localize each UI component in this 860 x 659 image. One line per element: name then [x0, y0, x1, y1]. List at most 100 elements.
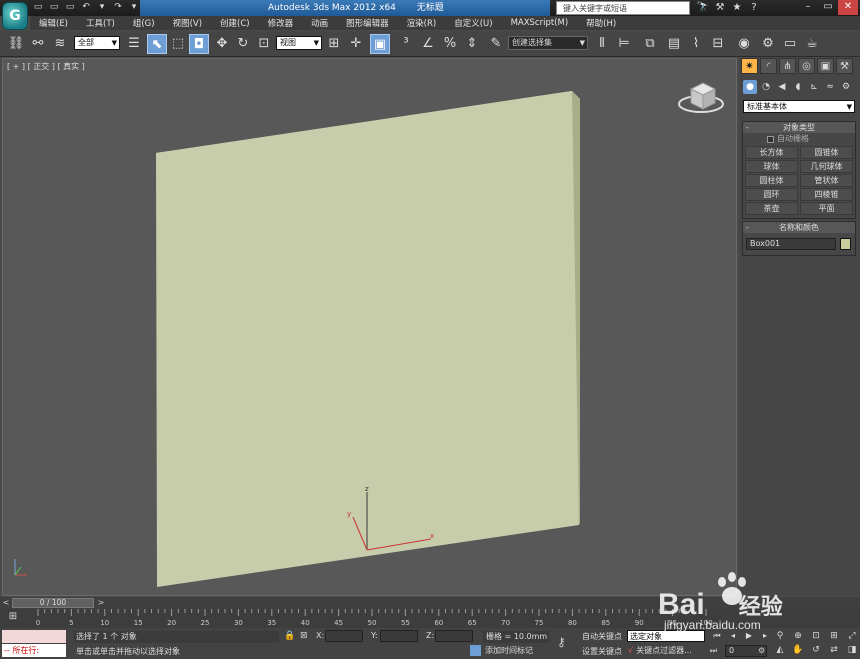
zoom-all-icon[interactable]: ⊕	[790, 630, 806, 642]
redo-dropdown-icon[interactable]: ▾	[127, 1, 141, 14]
spinner-snap-icon[interactable]: ⇕	[462, 34, 482, 54]
cone-button[interactable]: 圆锥体	[800, 146, 853, 159]
reference-coordinate-dropdown[interactable]: 视图 ▼	[276, 36, 322, 50]
named-selection-dropdown[interactable]: 创建选择集 ▼	[508, 36, 588, 50]
add-time-tag-button[interactable]: 添加时间标记	[470, 645, 533, 657]
link-icon[interactable]: ⛓	[6, 34, 26, 54]
field-of-view-icon[interactable]: ◭	[772, 644, 788, 656]
select-by-name-icon[interactable]: ☰	[124, 34, 144, 54]
graphite-ribbon-icon[interactable]: ▤	[664, 34, 684, 54]
search-input[interactable]: 键入关键字或短语	[556, 1, 690, 15]
menu-rendering[interactable]: 渲染(R)	[398, 17, 446, 29]
move-icon[interactable]: ✥	[212, 34, 232, 54]
mirror-icon[interactable]: ⫴	[592, 34, 612, 54]
open-file-icon[interactable]: ▭	[47, 1, 61, 14]
selection-filter-dropdown[interactable]: 全部 ▼	[74, 36, 120, 50]
key-icon[interactable]: ⚷	[557, 635, 566, 649]
mini-curve-editor-icon[interactable]: ⊞	[3, 611, 23, 626]
go-to-start-icon[interactable]: ⏮	[710, 630, 724, 642]
cameras-icon[interactable]: ◖	[791, 80, 805, 94]
zoom-icon[interactable]: ⚲	[772, 630, 788, 642]
teapot-button[interactable]: 茶壶	[745, 202, 798, 215]
percent-snap-icon[interactable]: %	[440, 34, 460, 54]
play-icon[interactable]: ▶	[742, 630, 756, 642]
auto-key-button[interactable]: 自动关键点	[582, 631, 622, 642]
material-editor-icon[interactable]: ◉	[734, 34, 754, 54]
render-teapot-icon[interactable]: ☕	[802, 34, 822, 54]
angle-snap-icon[interactable]: ∠	[418, 34, 438, 54]
rectangular-selection-icon[interactable]: ⬚	[168, 34, 188, 54]
scale-icon[interactable]: ⊡	[254, 34, 274, 54]
name-color-rollout-header[interactable]: - 名称和颜色	[743, 222, 855, 233]
layer-manager-icon[interactable]: ⧉	[640, 34, 660, 54]
menu-customize[interactable]: 自定义(U)	[445, 17, 501, 29]
snaps-toggle-icon[interactable]: ³	[396, 34, 416, 54]
select-object-icon[interactable]: ⬉	[147, 34, 167, 54]
display-tab-icon[interactable]: ▣	[817, 58, 834, 74]
maximize-viewport-icon[interactable]: ⤢	[844, 630, 860, 642]
undo-icon[interactable]: ↶	[79, 1, 93, 14]
chevron-right-icon[interactable]: >	[96, 598, 106, 608]
key-mode-icon[interactable]: ⏭	[710, 646, 717, 656]
redo-icon[interactable]: ↷	[111, 1, 125, 14]
shapes-icon[interactable]: ◔	[759, 80, 773, 94]
object-name-field[interactable]: Box001	[746, 238, 836, 250]
render-setup-icon[interactable]: ⚙	[758, 34, 778, 54]
systems-icon[interactable]: ⚙	[839, 80, 853, 94]
menu-maxscript[interactable]: MAXScript(M)	[502, 18, 578, 28]
pan-icon[interactable]: ✋	[790, 644, 806, 656]
walk-through-icon[interactable]: ⇄	[826, 644, 842, 656]
set-key-button[interactable]: 设置关键点	[582, 646, 622, 657]
menu-group[interactable]: 组(G)	[124, 17, 164, 29]
primitive-type-dropdown[interactable]: 标准基本体 ▼	[743, 100, 855, 113]
menu-modifiers[interactable]: 修改器	[259, 17, 303, 29]
schematic-view-icon[interactable]: ⊟	[708, 34, 728, 54]
orbit-icon[interactable]: ↺	[808, 644, 824, 656]
viewport-label[interactable]: [ + ] [ 正交 ] [ 真实 ]	[7, 61, 85, 72]
app-logo-icon[interactable]: G	[2, 2, 28, 30]
window-crossing-icon[interactable]: ◘	[189, 34, 209, 54]
select-manipulate-icon[interactable]: ✛	[346, 34, 366, 54]
close-button[interactable]: ✕	[838, 0, 858, 15]
menu-tools[interactable]: 工具(T)	[77, 17, 124, 29]
menu-create[interactable]: 创建(C)	[211, 17, 259, 29]
box-button[interactable]: 长方体	[745, 146, 798, 159]
modify-tab-icon[interactable]: ◜	[760, 58, 777, 74]
maximize-button[interactable]: ▭	[818, 0, 838, 15]
key-filters-button[interactable]: √ 关键点过滤器...	[628, 645, 692, 657]
absolute-mode-icon[interactable]: ⊠	[300, 631, 308, 641]
time-config-icon[interactable]: ⚙	[758, 646, 765, 655]
torus-button[interactable]: 圆环	[745, 188, 798, 201]
save-file-icon[interactable]: ▭	[63, 1, 77, 14]
time-slider-thumb[interactable]: 0 / 100	[12, 598, 94, 608]
minimize-button[interactable]: –	[798, 0, 818, 15]
y-coordinate-field[interactable]	[380, 630, 418, 642]
pivot-center-icon[interactable]: ⊞	[324, 34, 344, 54]
previous-frame-icon[interactable]: ◂	[726, 630, 740, 642]
bind-space-warp-icon[interactable]: ≋	[50, 34, 70, 54]
geosphere-button[interactable]: 几何球体	[800, 160, 853, 173]
lock-selection-icon[interactable]: 🔒	[284, 631, 295, 641]
menu-edit[interactable]: 编辑(E)	[30, 17, 77, 29]
lights-icon[interactable]: ◀	[775, 80, 789, 94]
help-icon[interactable]: ?	[747, 1, 761, 14]
curve-editor-icon[interactable]: ⌇	[686, 34, 706, 54]
menu-animation[interactable]: 动画	[302, 17, 337, 29]
unlink-icon[interactable]: ⚯	[28, 34, 48, 54]
rendered-frame-window-icon[interactable]: ▭	[780, 34, 800, 54]
new-file-icon[interactable]: ▭	[31, 1, 45, 14]
perspective-viewport[interactable]: z x y [ + ] [ 正交 ] [ 真实 ]	[2, 58, 737, 596]
create-tab-icon[interactable]: ✷	[741, 58, 758, 74]
edit-named-selection-icon[interactable]: ✎	[486, 34, 506, 54]
utilities-tab-icon[interactable]: ⚒	[836, 58, 853, 74]
sphere-button[interactable]: 球体	[745, 160, 798, 173]
hierarchy-tab-icon[interactable]: ⋔	[779, 58, 796, 74]
tube-button[interactable]: 管状体	[800, 174, 853, 187]
viewcube-icon[interactable]	[678, 82, 724, 113]
favorites-star-icon[interactable]: ★	[730, 1, 744, 14]
keyboard-shortcut-override-icon[interactable]: ▣	[370, 34, 390, 54]
space-warps-icon[interactable]: ≈	[823, 80, 837, 94]
tools-icon[interactable]: ⚒	[713, 1, 727, 14]
menu-help[interactable]: 帮助(H)	[577, 17, 625, 29]
rotate-icon[interactable]: ↻	[233, 34, 253, 54]
